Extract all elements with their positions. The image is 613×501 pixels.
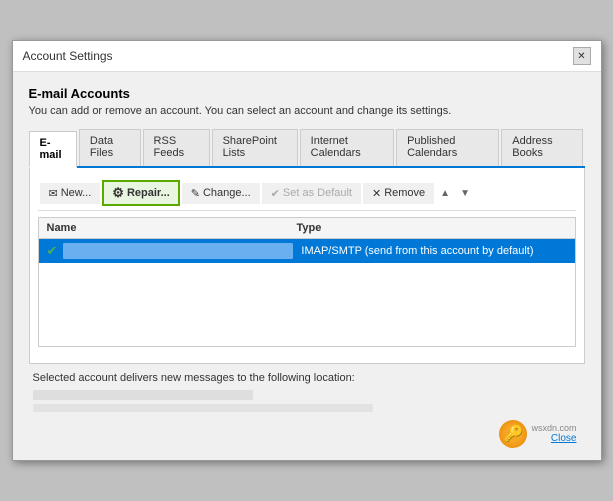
set-default-label: Set as Default (283, 187, 352, 199)
accounts-table: Name Type ✔ IMAP/SMTP (send from this ac… (38, 217, 576, 347)
repair-label: Repair... (127, 187, 170, 199)
new-button[interactable]: ✉ New... (40, 183, 101, 204)
watermark-site: wsxdn.com (531, 423, 576, 434)
new-icon: ✉ (49, 187, 58, 200)
move-down-button[interactable]: ▼ (456, 186, 474, 201)
tab-published-calendars[interactable]: Published Calendars (396, 129, 499, 166)
change-label: Change... (203, 187, 251, 199)
account-name (63, 243, 293, 259)
title-bar: Account Settings ✕ (13, 41, 601, 72)
account-default-icon: ✔ (47, 243, 58, 259)
move-up-button[interactable]: ▲ (436, 186, 454, 201)
tab-email[interactable]: E-mail (29, 131, 77, 168)
footer-blurred-line2 (33, 404, 373, 412)
repair-icon: ⚙ (112, 185, 124, 201)
col-name-header: Name (47, 222, 297, 234)
remove-icon: ✕ (372, 187, 381, 200)
change-button[interactable]: ✎ Change... (182, 183, 260, 204)
watermark-logo: 🔑 wsxdn.com Close (499, 420, 576, 448)
remove-label: Remove (384, 187, 425, 199)
watermark-text: wsxdn.com Close (531, 423, 576, 446)
set-default-button[interactable]: ✔ Set as Default (262, 183, 361, 204)
account-type: IMAP/SMTP (send from this account by def… (301, 245, 566, 257)
watermark-area: 🔑 wsxdn.com Close (29, 416, 585, 450)
tab-rss-feeds[interactable]: RSS Feeds (143, 129, 210, 166)
table-header: Name Type (39, 218, 575, 239)
content-area: E-mail Accounts You can add or remove an… (13, 72, 601, 460)
remove-button[interactable]: ✕ Remove (363, 183, 434, 204)
checkmark-icon: ✔ (271, 187, 280, 200)
window-close-button[interactable]: ✕ (573, 47, 591, 65)
footer-label: Selected account delivers new messages t… (33, 372, 581, 384)
account-settings-window: Account Settings ✕ E-mail Accounts You c… (12, 40, 602, 461)
watermark-close-link[interactable]: Close (551, 433, 577, 444)
tab-data-files[interactable]: Data Files (79, 129, 141, 166)
tab-sharepoint-lists[interactable]: SharePoint Lists (212, 129, 298, 166)
toolbar: ✉ New... ⚙ Repair... ✎ Change... ✔ Set a… (38, 176, 576, 211)
tab-content: ✉ New... ⚙ Repair... ✎ Change... ✔ Set a… (29, 168, 585, 364)
window-title: Account Settings (23, 49, 113, 63)
tab-address-books[interactable]: Address Books (501, 129, 582, 166)
page-description: You can add or remove an account. You ca… (29, 105, 585, 117)
footer-blurred-line1 (33, 390, 253, 400)
page-title: E-mail Accounts (29, 86, 585, 101)
repair-button[interactable]: ⚙ Repair... (102, 180, 179, 206)
footer-area: Selected account delivers new messages t… (29, 364, 585, 416)
col-type-header: Type (297, 222, 567, 234)
table-row[interactable]: ✔ IMAP/SMTP (send from this account by d… (39, 239, 575, 263)
tab-internet-calendars[interactable]: Internet Calendars (300, 129, 394, 166)
watermark-icon: 🔑 (499, 420, 527, 448)
new-label: New... (61, 187, 92, 199)
change-icon: ✎ (191, 187, 200, 200)
tab-bar: E-mail Data Files RSS Feeds SharePoint L… (29, 129, 585, 168)
